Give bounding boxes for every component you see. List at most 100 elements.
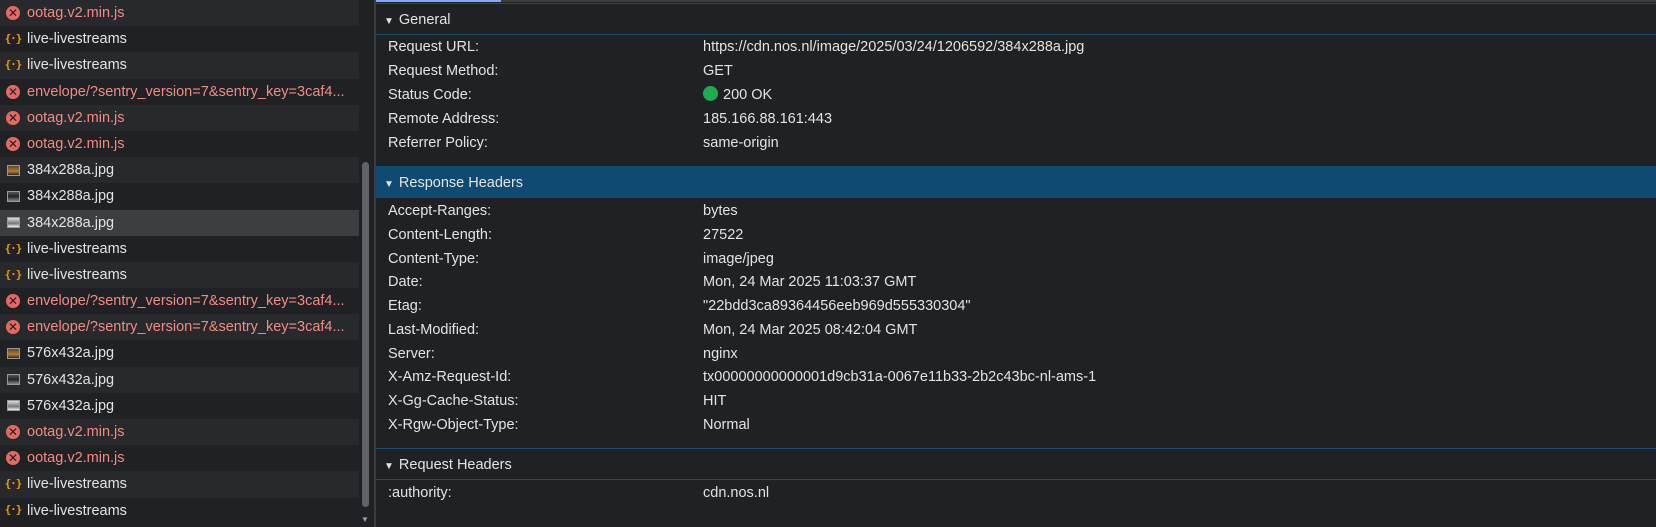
request-method-row: Request Method: GET [376, 59, 1656, 84]
status-code-label: Status Code: [388, 87, 472, 103]
request-row[interactable]: ✕ envelope/?sentry_version=7&sentry_key=3… [0, 78, 359, 105]
header-value[interactable]: nginx [703, 342, 738, 367]
header-name: Content-Type: [388, 250, 480, 267]
request-row[interactable]: 576x432a.jpg [0, 340, 359, 367]
icon-glyph: {·} [4, 503, 23, 517]
request-name: ootag.v2.min.js [27, 135, 125, 152]
icon-glyph [6, 164, 20, 176]
icon-glyph: ✕ [6, 320, 20, 335]
request-row[interactable]: ✕ envelope/?sentry_version=7&sentry_key=3… [0, 288, 359, 315]
request-row[interactable]: 384x288a.jpg [0, 183, 359, 210]
header-value[interactable]: Mon, 24 Mar 2025 08:42:04 GMT [703, 318, 917, 343]
request-list-scrollbar[interactable]: ▼ [359, 0, 371, 527]
request-row[interactable]: 384x288a.jpg [0, 157, 359, 184]
icon-glyph [6, 190, 20, 202]
request-rows: ✕ ootag.v2.min.js {·} live-livestreams {·} li… [0, 0, 359, 524]
icon-glyph: ✕ [6, 84, 20, 99]
icon-glyph: {·} [4, 267, 23, 281]
referrer-policy-value[interactable]: same-origin [703, 131, 779, 156]
status-ok-dot-icon [703, 86, 718, 101]
request-row[interactable]: 384x288a.jpg [0, 209, 359, 236]
json-icon: {·} [5, 58, 23, 72]
request-row[interactable]: {·} live-livestreams [0, 52, 359, 79]
request-url-value[interactable]: https://cdn.nos.nl/image/2025/03/24/1206… [703, 35, 1084, 60]
request-name: ootag.v2.min.js [27, 109, 125, 126]
json-icon: {·} [5, 477, 23, 491]
scroll-down-arrow-icon[interactable]: ▼ [361, 516, 369, 524]
request-row[interactable]: 576x432a.jpg [0, 392, 359, 419]
status-code-row: Status Code: 200 OK [376, 83, 1656, 108]
image-thumbnail-icon [6, 163, 20, 177]
error-icon: ✕ [6, 320, 20, 335]
icon-glyph: {·} [4, 32, 23, 46]
json-icon: {·} [5, 242, 23, 256]
icon-glyph [6, 374, 20, 386]
header-value[interactable]: "22bdd3ca89364456eeb969d555330304" [703, 294, 971, 319]
request-name: 576x432a.jpg [27, 397, 115, 414]
request-name: live-livestreams [27, 502, 127, 519]
header-name: X-Amz-Request-Id: [388, 369, 512, 386]
request-method-value[interactable]: GET [703, 59, 733, 84]
collapse-triangle-icon: ▼ [384, 461, 394, 472]
collapse-triangle-icon: ▼ [384, 16, 394, 27]
request-name: ootag.v2.min.js [27, 5, 125, 21]
icon-glyph: ✕ [6, 110, 20, 125]
remote-address-label: Remote Address: [388, 111, 500, 127]
status-code-text: 200 OK [723, 87, 773, 103]
request-name: live-livestreams [27, 31, 127, 48]
request-name: 384x288a.jpg [27, 214, 115, 231]
icon-glyph: ✕ [6, 425, 20, 439]
request-name: live-livestreams [27, 57, 127, 74]
request-row[interactable]: ✕ ootag.v2.min.js [0, 0, 359, 27]
error-icon: ✕ [6, 136, 20, 151]
header-value[interactable]: Normal [703, 413, 750, 438]
header-row: Last-Modified: Mon, 24 Mar 2025 08:42:04 … [376, 318, 1656, 343]
header-value[interactable]: 27522 [703, 223, 743, 248]
headers-panel: ▼ General Request URL: https://cdn.nos.nl… [376, 0, 1656, 527]
remote-address-value[interactable]: 185.166.88.161:443 [703, 107, 832, 132]
icon-glyph: {·} [4, 477, 23, 491]
scroll-thumb[interactable] [362, 162, 369, 507]
remote-address-row: Remote Address: 185.166.88.161:443 [376, 107, 1656, 132]
request-row[interactable]: ✕ envelope/?sentry_version=7&sentry_key=3… [0, 314, 359, 341]
request-row[interactable]: {·} live-livestreams [0, 497, 359, 524]
header-value[interactable]: image/jpeg [703, 247, 774, 272]
request-row[interactable]: {·} live-livestreams [0, 261, 359, 289]
status-code-value[interactable]: 200 OK [703, 83, 772, 108]
request-row[interactable]: ✕ ootag.v2.min.js [0, 104, 359, 131]
request-method-label: Request Method: [388, 63, 499, 79]
request-row[interactable]: ✕ ootag.v2.min.js [0, 445, 359, 472]
image-thumbnail-icon [6, 399, 20, 413]
header-value[interactable]: tx00000000000001d9cb31a-0067e11b33-2b2c4… [703, 365, 1096, 390]
header-name: Date: [388, 274, 423, 291]
request-name: live-livestreams [27, 240, 127, 257]
response-headers-section-header[interactable]: ▼ Response Headers [376, 166, 1656, 198]
json-icon: {·} [5, 32, 23, 46]
header-row: X-Amz-Request-Id: tx00000000000001d9cb31a… [376, 365, 1656, 390]
header-value[interactable]: Mon, 24 Mar 2025 11:03:37 GMT [703, 270, 916, 295]
error-icon: ✕ [6, 425, 20, 439]
request-row[interactable]: ✕ ootag.v2.min.js [0, 130, 359, 158]
general-section-title: General [398, 12, 451, 28]
header-name: Last-Modified: [388, 321, 480, 338]
general-section-header[interactable]: ▼ General [376, 3, 1656, 35]
error-icon: ✕ [6, 294, 20, 309]
image-thumbnail-icon [6, 346, 20, 360]
referrer-policy-label: Referrer Policy: [388, 135, 488, 151]
request-row[interactable]: 576x432a.jpg [0, 366, 359, 393]
header-row: :authority: cdn.nos.nl [376, 481, 1656, 506]
request-url-row: Request URL: https://cdn.nos.nl/image/20… [376, 35, 1656, 60]
header-row: Server: nginx [376, 342, 1656, 367]
header-value[interactable]: bytes [703, 199, 738, 224]
header-row: Content-Length: 27522 [376, 223, 1656, 248]
request-row[interactable]: {·} live-livestreams [0, 26, 359, 53]
header-name: Content-Length: [388, 226, 492, 243]
header-value[interactable]: cdn.nos.nl [703, 481, 769, 506]
request-headers-section-header[interactable]: ▼ Request Headers [376, 448, 1656, 480]
response-headers-title: Response Headers [398, 175, 524, 191]
request-row[interactable]: {·} live-livestreams [0, 235, 359, 262]
request-row[interactable]: ✕ ootag.v2.min.js [0, 419, 359, 446]
request-name: 576x432a.jpg [27, 371, 115, 388]
request-row[interactable]: {·} live-livestreams [0, 471, 359, 498]
header-value[interactable]: HIT [703, 389, 726, 414]
